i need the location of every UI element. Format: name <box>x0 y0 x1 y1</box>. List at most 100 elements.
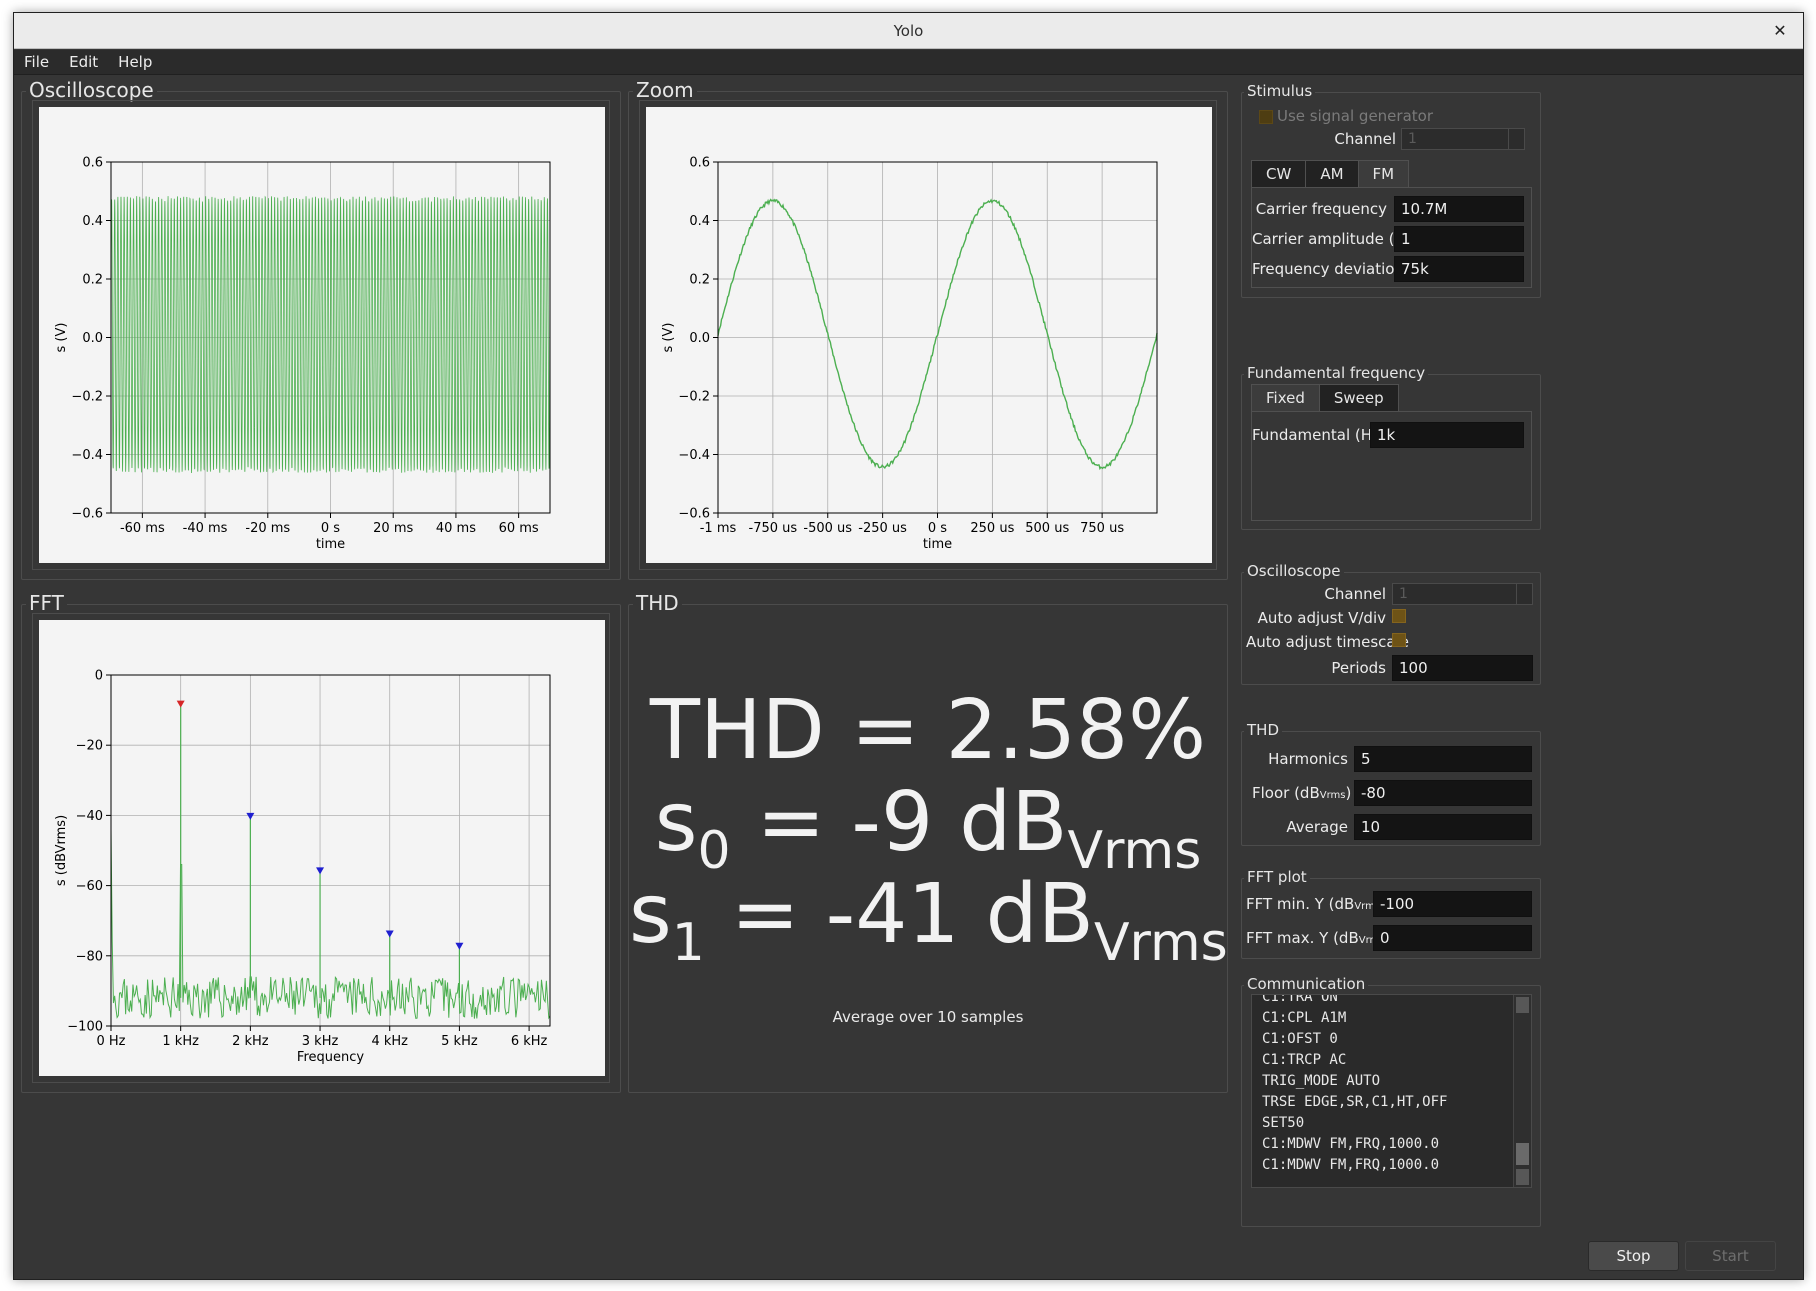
carrier-frequency-label: Carrier frequency <box>1255 200 1387 218</box>
thd-panel-title: THD <box>633 591 682 615</box>
fundamental-hz-input[interactable]: 1k <box>1370 422 1524 448</box>
zoom-xtick-label: 500 us <box>1025 521 1069 536</box>
fft-ytick-label: −20 <box>76 739 103 754</box>
tab-cw[interactable]: CW <box>1251 160 1307 188</box>
fft-ytick-label: −80 <box>76 949 103 964</box>
log-scrollbar[interactable] <box>1513 995 1531 1187</box>
osc-ytick-label: −0.6 <box>71 507 103 522</box>
fft-max-y-input[interactable]: 0 <box>1373 925 1532 951</box>
fft-panel: FFT 0 Hz 1 kHz 2 kHz 3 kHz 4 kHz 5 kHz 6 kHz −1… <box>21 591 621 1093</box>
fft-plot[interactable]: 0 Hz 1 kHz 2 kHz 3 kHz 4 kHz 5 kHz 6 kHz −100 −8… <box>39 620 605 1076</box>
fundamental-hz-label: Fundamental (Hz) <box>1252 426 1386 444</box>
s1-value: = -41 dB <box>704 867 1094 962</box>
osc-channel-select[interactable]: 1 <box>1392 583 1533 605</box>
average-input[interactable]: 10 <box>1354 814 1532 840</box>
fft-xtick-label: 1 kHz <box>162 1034 199 1049</box>
fft-min-y-label: FFT min. Y (dBVrms) <box>1246 895 1386 913</box>
fft-xtick-label: 0 Hz <box>96 1034 125 1049</box>
zoom-chart: -1 ms -750 us -500 us -250 us 0 s 250 us 500 u… <box>661 156 1158 552</box>
oscilloscope-plot[interactable]: -60 ms -40 ms -20 ms 0 s 20 ms 40 ms 60 ms −0.6… <box>39 107 605 563</box>
log-line: C1:MDWV FM,FRQ,1000.0 <box>1262 1157 1440 1173</box>
stop-button[interactable]: Stop <box>1588 1241 1679 1271</box>
s1-subscript: 1 <box>671 913 705 973</box>
fft-xtick-label: 6 kHz <box>511 1034 548 1049</box>
periods-input[interactable]: 100 <box>1392 655 1533 681</box>
carrier-amplitude-label: Carrier amplitude (Vpp) <box>1252 230 1423 248</box>
auto-vdiv-checkbox[interactable] <box>1392 609 1406 623</box>
harmonics-input[interactable]: 5 <box>1354 746 1532 772</box>
osc-xtick-label: -60 ms <box>120 521 165 536</box>
communication-log-lines: C1:TRA ON C1:CPL A1M C1:OFST 0 C1:TRCP AC TR… <box>1262 994 1447 1176</box>
osc-xtick-label: 60 ms <box>499 521 539 536</box>
fft-peak-marker <box>176 700 185 708</box>
osc-xtick-label: 0 s <box>321 521 340 536</box>
zoom-xlabel: time <box>923 537 952 552</box>
carrier-frequency-input[interactable]: 10.7M <box>1394 196 1524 222</box>
thd-panel: THD THD = 2.58% s0 = -9 dBVrms s1 = -41 … <box>628 591 1228 1093</box>
osc-channel-label: Channel <box>1324 585 1386 603</box>
log-line: TRIG_MODE AUTO <box>1262 1073 1381 1089</box>
zoom-ytick-label: 0.6 <box>689 156 710 171</box>
oscilloscope-settings-group: Oscilloscope Channel 1 Auto adjust V/div… <box>1241 562 1541 685</box>
log-line: SET50 <box>1262 1115 1305 1131</box>
scroll-down-icon[interactable] <box>1516 1169 1529 1185</box>
oscilloscope-settings-title: Oscilloscope <box>1244 562 1344 580</box>
menu-file[interactable]: File <box>14 50 59 75</box>
communication-title: Communication <box>1244 975 1369 993</box>
carrier-amplitude-input[interactable]: 1 <box>1394 226 1524 252</box>
fixed-tab-pane: Fundamental (Hz) 1k <box>1251 411 1532 521</box>
fft-min-y-input[interactable]: -100 <box>1373 891 1532 917</box>
chevron-down-icon <box>1516 584 1532 604</box>
zoom-plot[interactable]: -1 ms -750 us -500 us -250 us 0 s 250 us 500 u… <box>646 107 1212 563</box>
thd-settings-group: THD Harmonics 5 Floor (dBVrms) -80 Avera… <box>1241 721 1541 846</box>
fft-xlabel: Frequency <box>297 1050 364 1065</box>
fft-settings-title: FFT plot <box>1244 868 1310 886</box>
osc-xtick-label: 40 ms <box>436 521 476 536</box>
zoom-panel: Zoom -1 ms -750 us -500 us -250 us 0 s 250 us… <box>628 78 1228 580</box>
zoom-ytick-label: 0.4 <box>689 214 710 229</box>
menu-help[interactable]: Help <box>108 50 162 75</box>
zoom-xtick-label: 0 s <box>928 521 947 536</box>
log-line: C1:OFST 0 <box>1262 1031 1338 1047</box>
fft-peak-marker <box>316 867 325 875</box>
tab-sweep[interactable]: Sweep <box>1318 384 1399 412</box>
fft-spectrum-line <box>110 829 551 1020</box>
osc-ytick-label: −0.2 <box>71 390 103 405</box>
fft-peak-marker <box>385 930 394 938</box>
fm-tab-pane: Carrier frequency 10.7M Carrier amplitud… <box>1251 187 1532 288</box>
scroll-thumb[interactable] <box>1516 1143 1529 1165</box>
fft-ytick-label: −40 <box>76 809 103 824</box>
stimulus-title: Stimulus <box>1244 82 1316 100</box>
zoom-ytick-label: 0.2 <box>689 273 710 288</box>
stimulus-channel-select[interactable]: 1 <box>1401 128 1525 150</box>
tab-fixed[interactable]: Fixed <box>1251 384 1320 412</box>
osc-ytick-label: 0.4 <box>82 214 103 229</box>
stimulus-channel-label: Channel <box>1334 130 1396 148</box>
tab-am[interactable]: AM <box>1305 160 1359 188</box>
menu-bar: File Edit Help <box>14 50 1803 75</box>
close-icon[interactable]: ✕ <box>1767 13 1793 49</box>
start-button[interactable]: Start <box>1685 1241 1776 1271</box>
zoom-ytick-label: −0.4 <box>678 448 710 463</box>
zoom-ylabel: s (V) <box>661 323 676 353</box>
s1-prefix: s <box>629 867 672 962</box>
auto-timescale-label: Auto adjust timescale <box>1246 633 1409 651</box>
communication-log[interactable]: C1:TRA ON C1:CPL A1M C1:OFST 0 C1:TRCP AC TR… <box>1251 994 1532 1188</box>
osc-xtick-label: -20 ms <box>245 521 290 536</box>
log-line: C1:TRA ON <box>1262 994 1338 1005</box>
log-line: C1:MDWV FM,FRQ,1000.0 <box>1262 1136 1440 1152</box>
scroll-up-icon[interactable] <box>1516 997 1529 1013</box>
thd-value: THD = 2.58% <box>649 683 1207 778</box>
osc-ytick-label: 0.0 <box>82 331 103 346</box>
fft-xtick-label: 2 kHz <box>232 1034 269 1049</box>
fft-chart: 0 Hz 1 kHz 2 kHz 3 kHz 4 kHz 5 kHz 6 kHz −100 −8… <box>54 669 551 1065</box>
use-signal-generator-checkbox[interactable] <box>1259 110 1273 124</box>
floor-input[interactable]: -80 <box>1354 780 1532 806</box>
osc-ytick-label: −0.4 <box>71 448 103 463</box>
frequency-deviation-input[interactable]: 75k <box>1394 256 1524 282</box>
auto-timescale-checkbox[interactable] <box>1392 633 1406 647</box>
tab-fm[interactable]: FM <box>1357 160 1410 188</box>
menu-edit[interactable]: Edit <box>59 50 108 75</box>
osc-ytick-label: 0.6 <box>82 156 103 171</box>
zoom-panel-title: Zoom <box>633 78 697 102</box>
